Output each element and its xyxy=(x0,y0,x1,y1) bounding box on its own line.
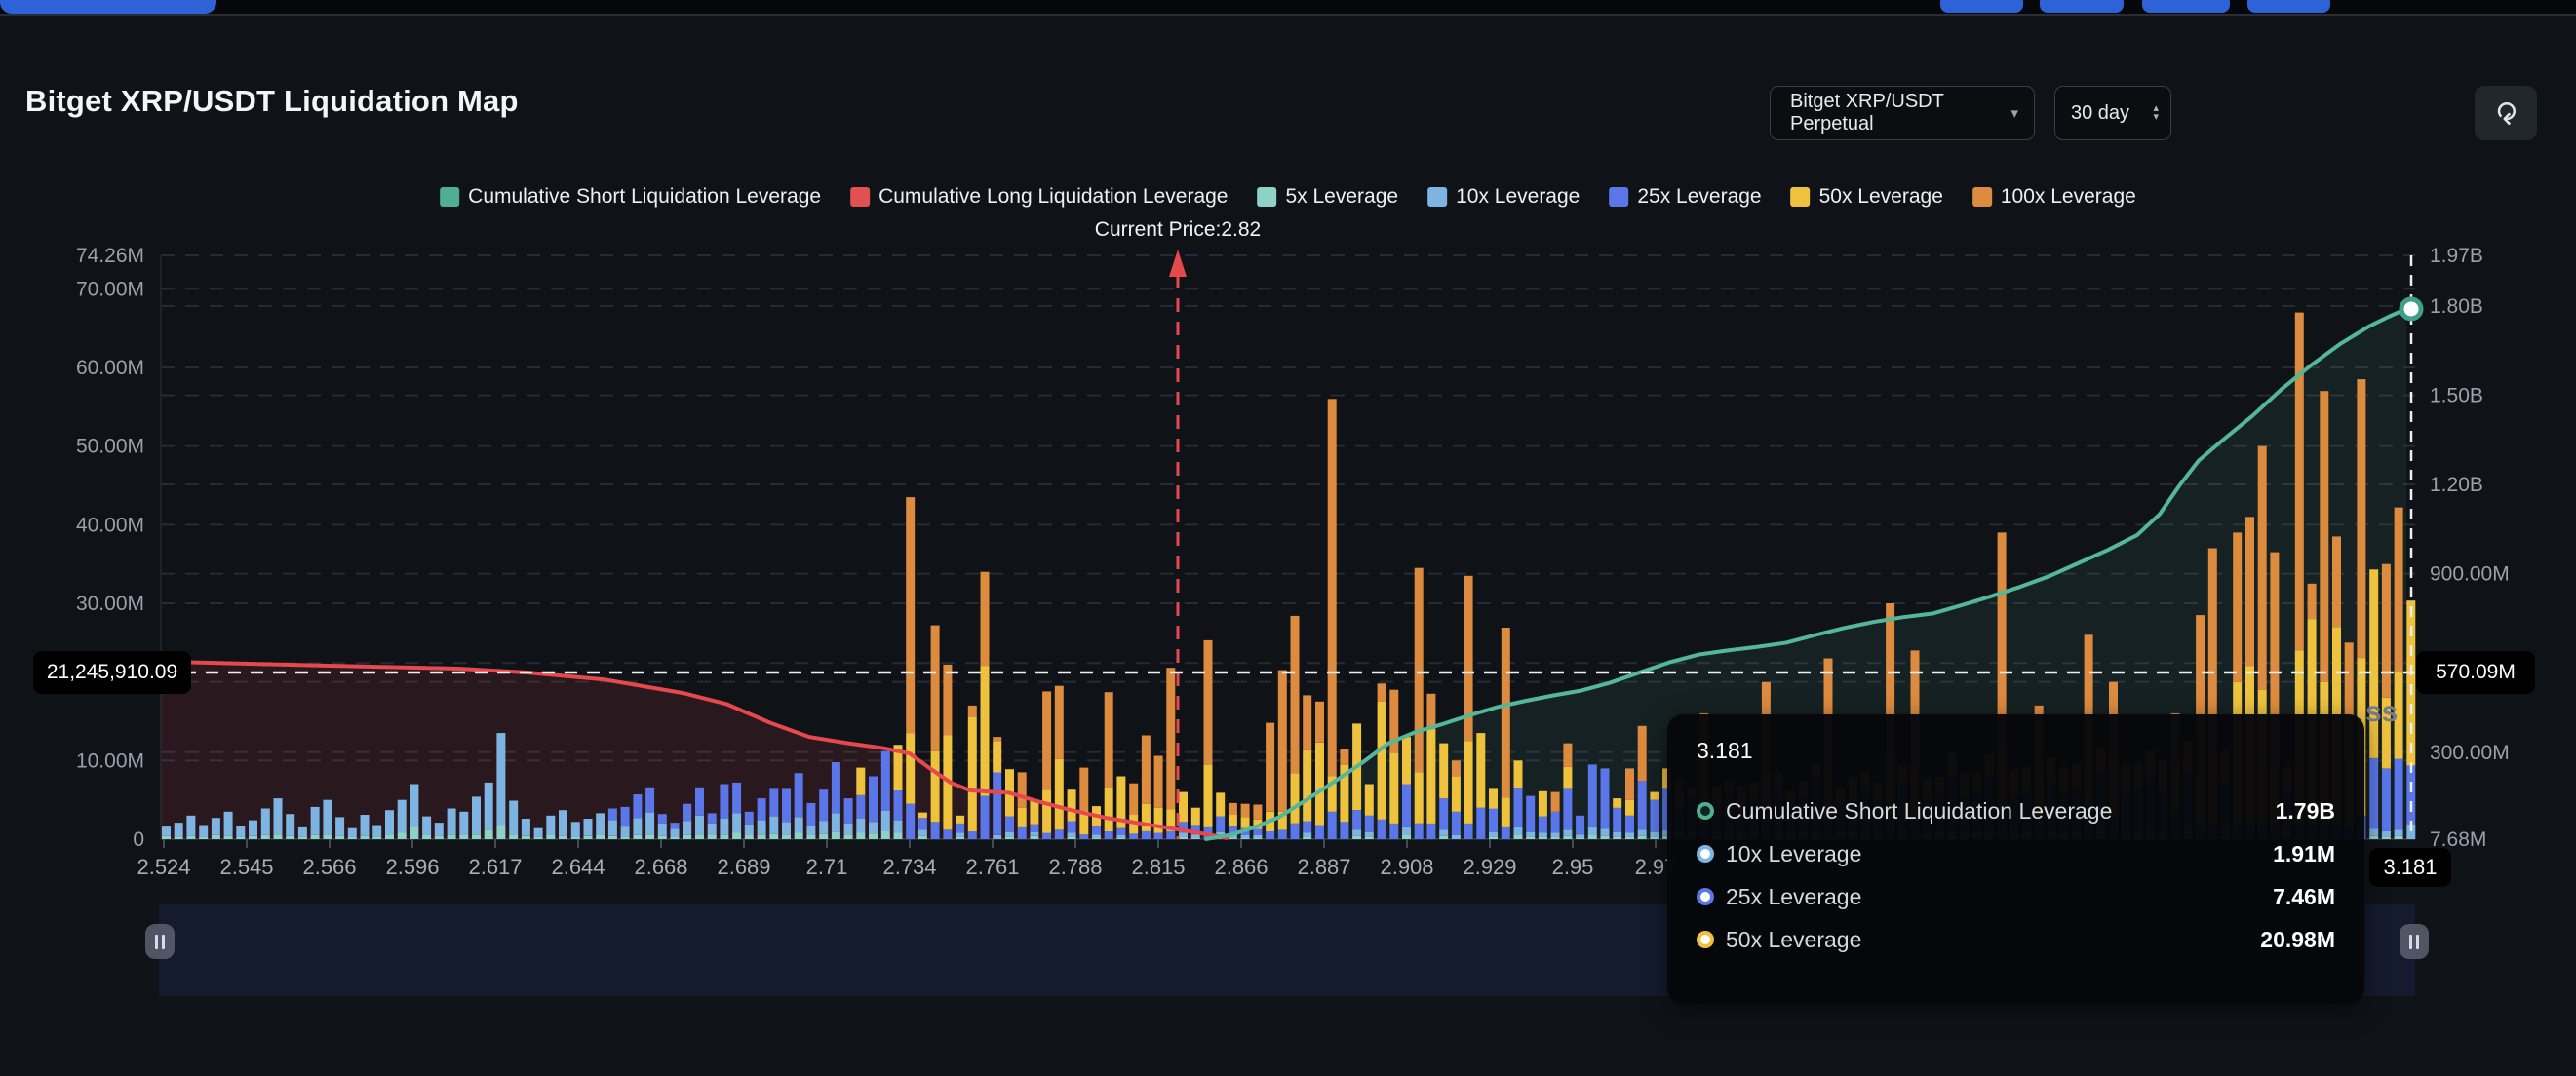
tooltip-row-4: 50x Leverage20.98M xyxy=(1697,918,2335,961)
liquidation-map-page: Bitget XRP/USDT Liquidation Map Bitget X… xyxy=(0,0,2576,1076)
tooltip-row-3: 25x Leverage7.46M xyxy=(1697,875,2335,918)
svg-text:74.26M: 74.26M xyxy=(76,245,144,267)
svg-text:30.00M: 30.00M xyxy=(76,593,144,615)
svg-text:2.545: 2.545 xyxy=(219,855,273,879)
tooltip-series-value: 20.98M xyxy=(2260,927,2335,953)
tooltip-row-2: 10x Leverage1.91M xyxy=(1697,832,2335,875)
current-price-arrow-icon xyxy=(1169,250,1187,277)
svg-text:1.50B: 1.50B xyxy=(2430,384,2483,406)
left-axis-crosshair-badge: 21,245,910.09 xyxy=(33,651,191,694)
current-price-annotation: Current Price:2.82 xyxy=(1095,218,1261,242)
svg-text:10.00M: 10.00M xyxy=(76,749,144,772)
tooltip-series-dot-icon xyxy=(1697,888,1714,905)
slider-right-handle[interactable] xyxy=(2400,924,2429,959)
tooltip-series-label: 50x Leverage xyxy=(1726,927,2260,953)
svg-text:1.80B: 1.80B xyxy=(2430,295,2483,318)
svg-text:2.71: 2.71 xyxy=(806,855,848,879)
svg-text:40.00M: 40.00M xyxy=(76,514,144,536)
svg-text:2.596: 2.596 xyxy=(385,855,439,879)
svg-text:2.734: 2.734 xyxy=(882,855,936,879)
tooltip-series-value: 1.91M xyxy=(2273,841,2335,867)
tooltip-series-dot-icon xyxy=(1697,931,1714,948)
right-axis-crosshair-badge: 570.09M xyxy=(2416,651,2535,694)
svg-text:2.887: 2.887 xyxy=(1297,855,1350,879)
svg-text:0: 0 xyxy=(133,828,144,851)
tooltip-series-label: 10x Leverage xyxy=(1726,841,2273,867)
tooltip-series-dot-icon xyxy=(1697,802,1714,820)
svg-text:900.00M: 900.00M xyxy=(2430,563,2510,586)
svg-text:70.00M: 70.00M xyxy=(76,278,144,300)
svg-text:2.668: 2.668 xyxy=(634,855,687,879)
svg-text:1.97B: 1.97B xyxy=(2430,245,2483,267)
svg-text:2.908: 2.908 xyxy=(1380,855,1433,879)
svg-text:2.788: 2.788 xyxy=(1048,855,1102,879)
chart-tooltip: 3.181 Cumulative Short Liquidation Lever… xyxy=(1667,714,2364,1004)
svg-text:60.00M: 60.00M xyxy=(76,357,144,379)
tooltip-series-label: 25x Leverage xyxy=(1726,884,2273,910)
short-line-end-marker xyxy=(2401,299,2421,319)
svg-text:50.00M: 50.00M xyxy=(76,436,144,458)
slider-left-handle[interactable] xyxy=(145,924,175,959)
x-axis-crosshair-badge: 3.181 xyxy=(2369,848,2451,887)
tooltip-title: 3.181 xyxy=(1697,738,2335,764)
tooltip-rows: Cumulative Short Liquidation Leverage1.7… xyxy=(1697,789,2335,961)
tooltip-series-value: 7.46M xyxy=(2273,884,2335,910)
tooltip-series-dot-icon xyxy=(1697,845,1714,863)
svg-text:1.20B: 1.20B xyxy=(2430,474,2483,496)
svg-text:2.644: 2.644 xyxy=(551,855,605,879)
svg-text:2.95: 2.95 xyxy=(1552,855,1594,879)
area-long xyxy=(161,662,1227,839)
svg-text:2.815: 2.815 xyxy=(1131,855,1185,879)
tooltip-series-value: 1.79B xyxy=(2276,798,2335,825)
watermark-text: ss xyxy=(2365,696,2398,729)
svg-text:2.866: 2.866 xyxy=(1214,855,1268,879)
svg-text:2.617: 2.617 xyxy=(468,855,522,879)
svg-text:2.761: 2.761 xyxy=(965,855,1019,879)
svg-text:2.566: 2.566 xyxy=(302,855,356,879)
svg-text:300.00M: 300.00M xyxy=(2430,742,2510,764)
tooltip-row-1: Cumulative Short Liquidation Leverage1.7… xyxy=(1697,789,2335,832)
svg-text:2.524: 2.524 xyxy=(137,855,190,879)
svg-text:2.929: 2.929 xyxy=(1463,855,1516,879)
svg-text:2.689: 2.689 xyxy=(717,855,770,879)
tooltip-series-label: Cumulative Short Liquidation Leverage xyxy=(1726,798,2276,825)
